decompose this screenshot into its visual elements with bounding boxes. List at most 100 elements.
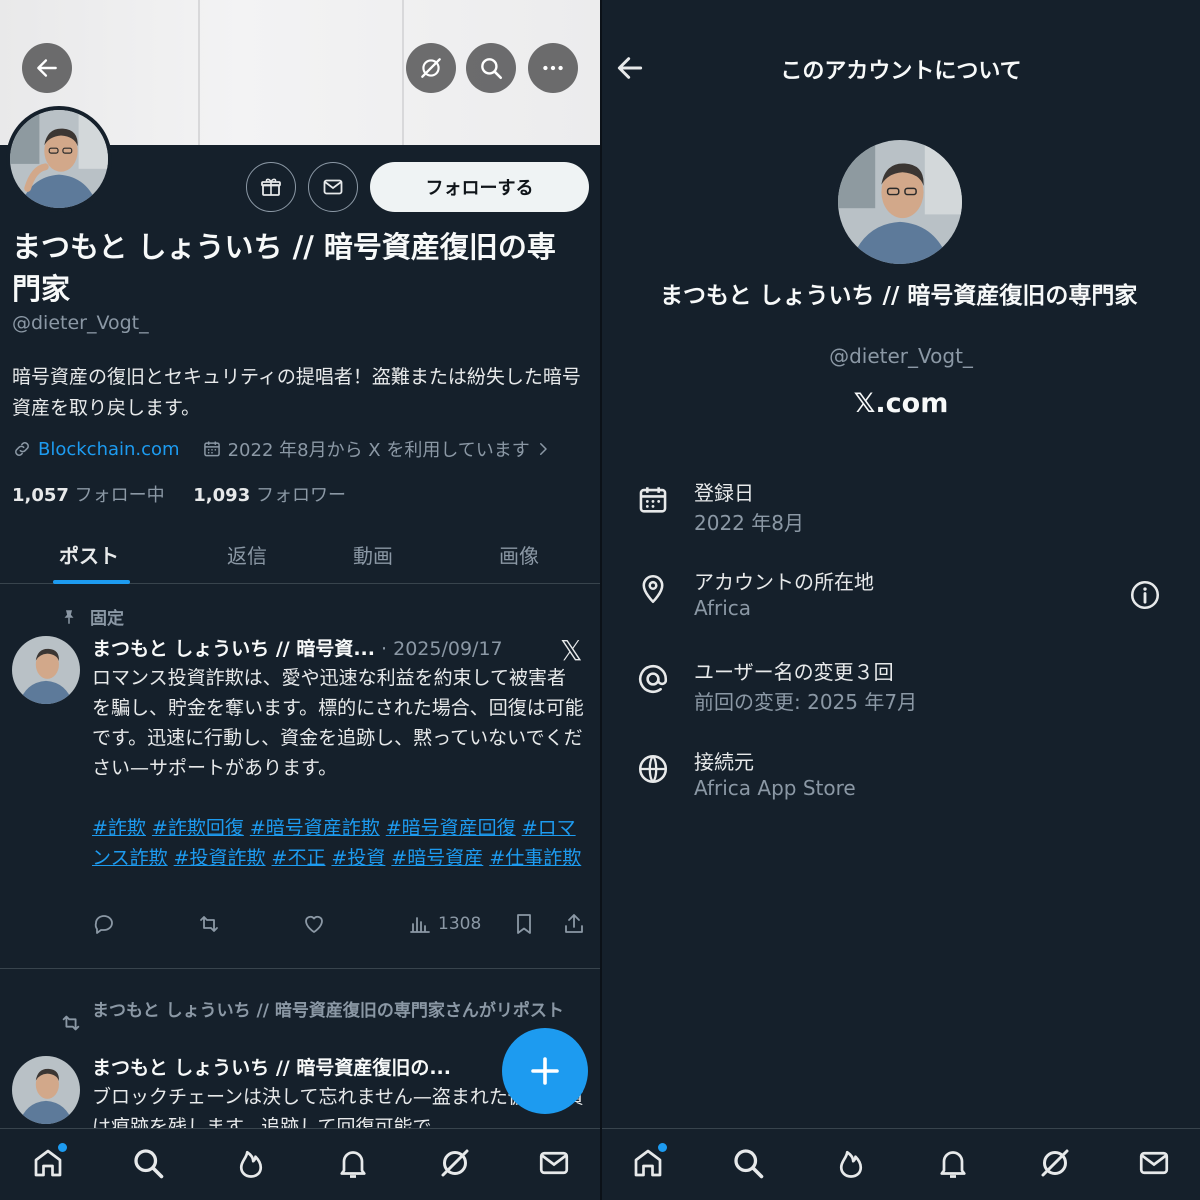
nav-notifications[interactable] bbox=[335, 1145, 371, 1181]
back-button[interactable] bbox=[22, 43, 72, 93]
grok-button[interactable] bbox=[406, 43, 456, 93]
nav-grok[interactable] bbox=[437, 1145, 473, 1181]
profile-handle: @dieter_Vogt_ bbox=[12, 312, 149, 334]
grok-icon bbox=[441, 1149, 469, 1177]
message-button[interactable] bbox=[308, 162, 358, 212]
avatar-photo bbox=[10, 110, 108, 208]
bookmark-icon bbox=[517, 914, 531, 934]
like-button[interactable] bbox=[302, 912, 326, 936]
search-icon bbox=[481, 58, 503, 80]
reply-icon bbox=[94, 915, 113, 934]
post-hashtags: #詐欺 #詐欺回復 #暗号資産詐欺 #暗号資産回復 #ロマンス詐欺 #投資詐欺 #不正 #投資… bbox=[92, 813, 592, 873]
post-date[interactable]: · 2025/09/17 bbox=[381, 638, 503, 660]
about-name: まつもと しょういち // 暗号資産復旧の専門家 bbox=[660, 283, 1138, 309]
followers-count[interactable]: 1,093 bbox=[193, 485, 250, 506]
tab-posts[interactable]: ポスト bbox=[59, 540, 119, 569]
profile-tabs: ポスト 返信 動画 画像 bbox=[0, 522, 600, 584]
follow-stats: 1,057 フォロー中 1,093 フォロワー bbox=[12, 481, 346, 507]
envelope-icon bbox=[539, 1151, 569, 1175]
joined-date[interactable]: 2022 年8月から X を利用しています bbox=[228, 436, 530, 462]
gift-button[interactable] bbox=[246, 162, 296, 212]
info-circle-icon bbox=[1130, 580, 1160, 610]
link-icon bbox=[15, 442, 29, 456]
post-author[interactable]: まつもと しょういち // 暗号資産復旧の... bbox=[92, 1053, 451, 1080]
pin-icon bbox=[64, 609, 74, 624]
followers-label[interactable]: フォロワー bbox=[256, 485, 346, 506]
post-avatar[interactable] bbox=[12, 636, 80, 704]
repost-icon bbox=[200, 916, 218, 932]
profile-avatar[interactable] bbox=[6, 106, 112, 212]
plus-icon bbox=[531, 1057, 559, 1085]
hashtag[interactable]: #仕事詐欺 bbox=[489, 847, 581, 869]
post-text: ロマンス投資詐欺は、愛や迅速な利益を約束して被害者を騙し、貯金を奪います。標的に… bbox=[92, 667, 584, 779]
globe-icon bbox=[636, 752, 670, 786]
hashtag[interactable]: #投資 bbox=[331, 847, 385, 869]
hashtag[interactable]: #詐欺回復 bbox=[152, 817, 244, 839]
back-arrow-icon bbox=[37, 59, 57, 77]
hashtag[interactable]: #詐欺 bbox=[92, 817, 146, 839]
profile-meta: Blockchain.com 2022 年8月から X を利用しています bbox=[12, 436, 558, 462]
tab-replies[interactable]: 返信 bbox=[227, 540, 267, 569]
following-label[interactable]: フォロー中 bbox=[75, 485, 165, 506]
more-dots-icon bbox=[543, 65, 563, 71]
grok-icon bbox=[1041, 1149, 1069, 1177]
view-count: 1308 bbox=[438, 914, 482, 934]
pinned-label: 固定 bbox=[90, 609, 124, 629]
grok-icon bbox=[421, 58, 441, 78]
following-count[interactable]: 1,057 bbox=[12, 485, 69, 506]
repost-button[interactable] bbox=[197, 912, 221, 936]
bottom-nav bbox=[0, 1128, 600, 1200]
info-label: 登録日 bbox=[694, 481, 754, 505]
location-info-button[interactable] bbox=[1128, 578, 1162, 612]
avatar-photo bbox=[838, 140, 962, 264]
hashtag[interactable]: #暗号資産詐欺 bbox=[250, 817, 380, 839]
reply-button[interactable] bbox=[92, 912, 116, 936]
active-tab-indicator bbox=[53, 580, 130, 584]
post-author[interactable]: まつもと しょういち // 暗号資... bbox=[92, 638, 375, 660]
views-button[interactable]: 1308 bbox=[408, 912, 481, 936]
compose-button[interactable] bbox=[502, 1028, 588, 1114]
repost-icon bbox=[62, 1015, 80, 1031]
nav-search[interactable] bbox=[130, 1145, 166, 1181]
follow-button[interactable]: フォローする bbox=[370, 162, 589, 212]
info-label: 接続元 bbox=[694, 750, 754, 774]
nav-notifications[interactable] bbox=[935, 1145, 971, 1181]
nav-search[interactable] bbox=[730, 1145, 766, 1181]
post-avatar[interactable] bbox=[12, 1056, 80, 1124]
bell-icon bbox=[340, 1151, 366, 1178]
hashtag[interactable]: #投資詐欺 bbox=[174, 847, 266, 869]
heart-icon bbox=[305, 915, 323, 933]
tab-images[interactable]: 画像 bbox=[499, 540, 539, 569]
chevron-right-icon bbox=[539, 443, 547, 455]
profile-panel: フォローする まつもと しょういち // 暗号資産復旧の専門家 @dieter_… bbox=[0, 0, 600, 1200]
share-button[interactable] bbox=[562, 912, 586, 936]
more-button[interactable] bbox=[528, 43, 578, 93]
search-button[interactable] bbox=[466, 43, 516, 93]
share-icon bbox=[565, 914, 583, 933]
info-value: 2022 年8月 bbox=[694, 511, 804, 535]
hashtag[interactable]: #暗号資産回復 bbox=[386, 817, 516, 839]
hashtag[interactable]: #暗号資産 bbox=[391, 847, 483, 869]
bookmark-button[interactable] bbox=[512, 912, 536, 936]
profile-bio: 暗号資産の復旧とセキュリティの提唱者！盗難または紛失した暗号資産を取り戻します。 bbox=[12, 366, 581, 419]
flame-icon bbox=[239, 1150, 263, 1178]
repost-label: まつもと しょういち // 暗号資産復旧の専門家さんがリポスト bbox=[92, 1001, 564, 1021]
at-sign-icon bbox=[636, 662, 670, 696]
about-avatar bbox=[838, 140, 962, 264]
tab-videos[interactable]: 動画 bbox=[353, 540, 393, 569]
nav-messages[interactable] bbox=[1136, 1145, 1172, 1181]
nav-trending[interactable] bbox=[833, 1145, 869, 1181]
search-icon bbox=[734, 1149, 764, 1179]
info-label: アカウントの所在地 bbox=[694, 570, 874, 594]
nav-grok[interactable] bbox=[1037, 1145, 1073, 1181]
home-badge bbox=[658, 1143, 667, 1152]
nav-trending[interactable] bbox=[233, 1145, 269, 1181]
about-account-panel: このアカウントについて まつもと しょういち // 暗号資産復旧の専門家 @di… bbox=[602, 0, 1200, 1200]
bell-icon bbox=[940, 1151, 966, 1178]
info-value: 前回の変更: 2025 年7月 bbox=[694, 690, 918, 714]
hashtag[interactable]: #不正 bbox=[272, 847, 326, 869]
nav-messages[interactable] bbox=[536, 1145, 572, 1181]
analytics-icon bbox=[410, 917, 430, 933]
post-divider bbox=[0, 968, 600, 969]
website-link[interactable]: Blockchain.com bbox=[38, 439, 180, 460]
